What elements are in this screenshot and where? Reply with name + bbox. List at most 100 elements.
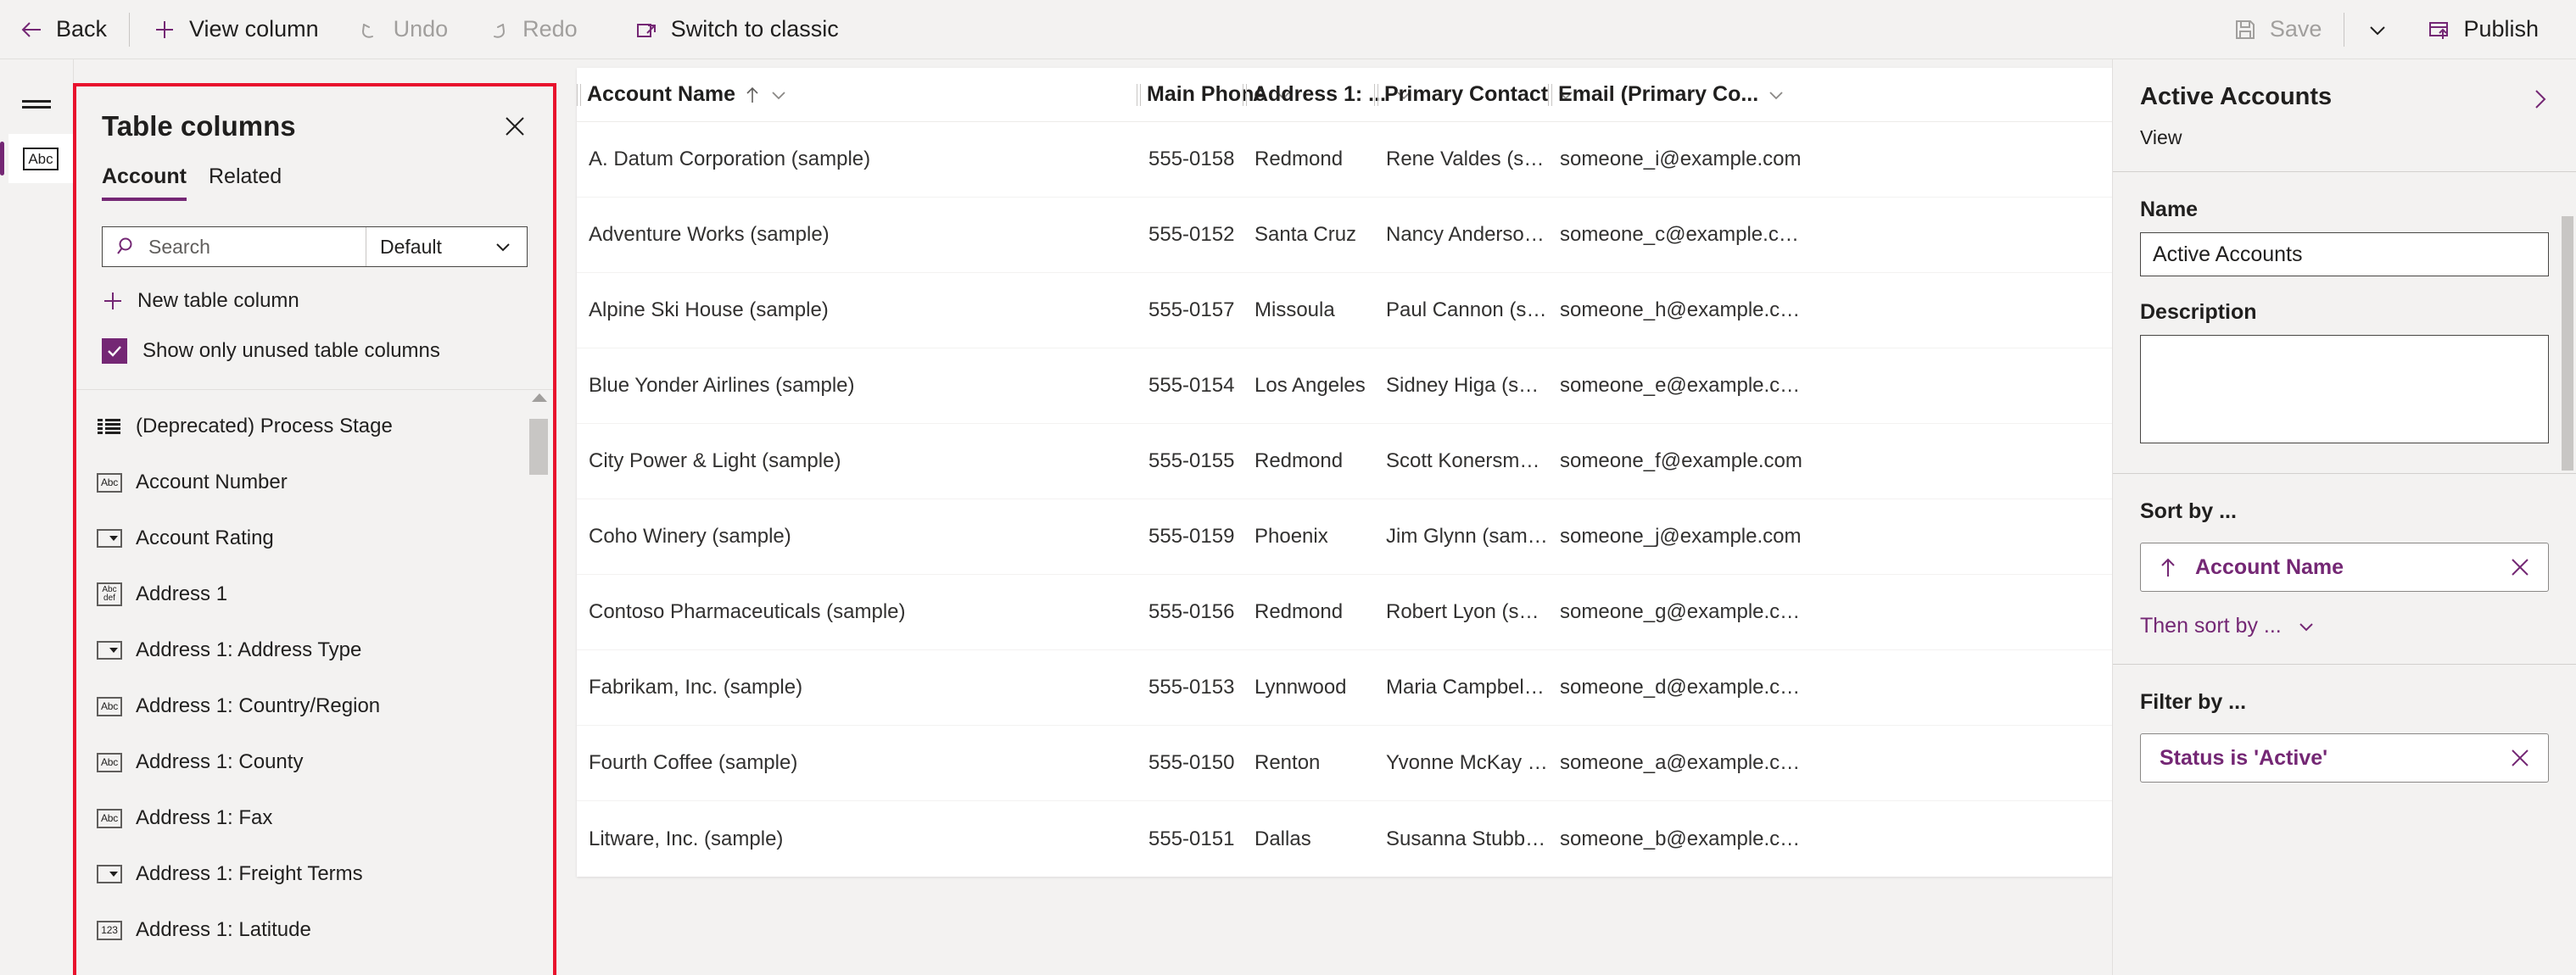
tab-related[interactable]: Related [209, 164, 282, 201]
list-item[interactable]: Abc Account Number [76, 454, 553, 510]
command-bar-left-group: Back View column Undo Redo Switch to cla… [0, 0, 858, 58]
choice-type-icon [97, 527, 122, 549]
save-button[interactable]: Save [2214, 0, 2341, 58]
chevron-down-icon[interactable] [1767, 86, 1785, 104]
abc-icon: Abc [23, 147, 59, 170]
text-type-icon: Abc [97, 751, 122, 773]
table-cell: Jim Glynn (sample) [1386, 525, 1548, 548]
column-header-email[interactable]: Email (Primary Co... [1548, 82, 1802, 107]
column-list-scrollbar[interactable] [529, 390, 548, 975]
chevron-right-icon[interactable] [2525, 85, 2554, 114]
table-cell: 555-0158 [1148, 148, 1235, 170]
undo-label: Undo [393, 16, 449, 42]
panel-title: Table columns [102, 110, 296, 142]
undo-button[interactable]: Undo [338, 0, 467, 58]
column-filter-select[interactable]: Default [366, 227, 527, 266]
search-input-wrapper[interactable] [103, 227, 366, 266]
view-grid-area: Account Name Main Phone Address 1: ... P… [577, 68, 2112, 924]
switch-to-classic-label: Switch to classic [670, 16, 839, 42]
filter-chip-label: Status is 'Active' [2160, 745, 2328, 770]
close-icon[interactable] [499, 110, 531, 142]
view-column-label: View column [189, 16, 319, 42]
list-item[interactable]: Address 1: Freight Terms [76, 846, 553, 902]
table-cell: Phoenix [1254, 525, 1328, 548]
show-unused-checkbox[interactable]: Show only unused table columns [102, 338, 528, 364]
column-list: (Deprecated) Process Stage Abc Account N… [76, 390, 553, 958]
tab-account[interactable]: Account [102, 164, 187, 201]
view-grid: Account Name Main Phone Address 1: ... P… [577, 68, 2112, 877]
table-row[interactable]: Fabrikam, Inc. (sample) 555-0153 Lynnwood M… [577, 650, 2112, 726]
properties-scrollbar[interactable] [2562, 216, 2573, 471]
save-icon [2232, 17, 2258, 42]
list-item[interactable]: Abc Address 1: Fax [76, 790, 553, 846]
properties-subtitle: View [2140, 126, 2182, 148]
scrollbar-thumb[interactable] [529, 419, 548, 475]
table-row[interactable]: City Power & Light (sample) 555-0155 Redmo… [577, 424, 2112, 499]
table-cell: 555-0153 [1148, 676, 1235, 699]
view-column-button[interactable]: View column [133, 0, 338, 58]
table-cell: Missoula [1254, 298, 1335, 321]
list-item[interactable]: (Deprecated) Process Stage [76, 398, 553, 454]
undo-icon [356, 17, 382, 42]
close-icon[interactable] [2507, 745, 2533, 771]
new-table-column-button[interactable]: New table column [102, 289, 528, 313]
table-cell: someone_b@example.com [1560, 827, 1802, 850]
back-button[interactable]: Back [0, 0, 126, 58]
list-item-label: Address 1: Freight Terms [136, 862, 363, 885]
redo-button[interactable]: Redo [467, 0, 596, 58]
table-cell: Redmond [1254, 449, 1344, 472]
table-row[interactable]: Litware, Inc. (sample) 555-0151 Dallas Susa… [577, 801, 2112, 877]
table-row[interactable]: Fourth Coffee (sample) 555-0150 Renton Yvon… [577, 726, 2112, 801]
list-item[interactable]: Address 1: Address Type [76, 622, 553, 678]
list-item[interactable]: Abc Address 1: Country/Region [76, 678, 553, 734]
name-field[interactable] [2140, 232, 2549, 276]
then-sort-by-button[interactable]: Then sort by ... [2140, 614, 2549, 638]
table-row[interactable]: Contoso Pharmaceuticals (sample) 555-0156… [577, 575, 2112, 650]
grid-body: A. Datum Corporation (sample) 555-0158 Red… [577, 122, 2112, 877]
number-type-icon: 123 [97, 919, 122, 941]
scroll-up-icon[interactable] [532, 393, 547, 402]
switch-to-classic-button[interactable]: Switch to classic [615, 0, 858, 58]
table-cell: Blue Yonder Airlines (sample) [589, 374, 855, 397]
left-rail: Abc [0, 59, 74, 975]
table-row[interactable]: Alpine Ski House (sample) 555-0157 Missoul… [577, 273, 2112, 348]
multiline-text-type-icon: Abc def [97, 582, 122, 606]
column-header-primary-contact[interactable]: Primary Contact [1374, 82, 1573, 107]
table-row[interactable]: A. Datum Corporation (sample) 555-0158 Red… [577, 122, 2112, 198]
table-cell: Fourth Coffee (sample) [589, 751, 798, 774]
sort-chip-account-name[interactable]: Account Name [2140, 543, 2549, 592]
close-icon[interactable] [2507, 554, 2533, 580]
table-columns-panel: Table columns Account Related Default [73, 83, 556, 975]
search-input[interactable] [148, 235, 352, 259]
table-cell: Santa Cruz [1254, 223, 1357, 246]
back-label: Back [56, 16, 108, 42]
hamburger-icon[interactable] [0, 83, 73, 125]
text-type-icon: Abc [97, 471, 122, 493]
list-item[interactable]: 123 Address 1: Latitude [76, 902, 553, 958]
table-cell: someone_c@example.com [1560, 223, 1802, 246]
chevron-down-icon[interactable] [769, 86, 788, 104]
table-row[interactable]: Blue Yonder Airlines (sample) 555-0154 Los… [577, 348, 2112, 424]
description-field[interactable] [2140, 335, 2549, 443]
table-cell: 555-0159 [1148, 525, 1235, 548]
save-options-chevron[interactable] [2348, 0, 2407, 58]
publish-button[interactable]: Publish [2407, 0, 2557, 58]
plus-icon [152, 17, 177, 42]
filter-chip-status-active[interactable]: Status is 'Active' [2140, 733, 2549, 783]
table-row[interactable]: Coho Winery (sample) 555-0159 Phoenix Jim G… [577, 499, 2112, 575]
redo-label: Redo [522, 16, 578, 42]
column-header-account-name[interactable]: Account Name [577, 82, 1137, 107]
column-header-address1[interactable]: Address 1: ... [1243, 82, 1411, 107]
list-item-label: Address 1: County [136, 750, 304, 773]
chevron-down-icon [493, 237, 513, 257]
arrow-left-icon [19, 17, 44, 42]
table-row[interactable]: Adventure Works (sample) 555-0152 Santa Cr… [577, 198, 2112, 273]
column-header-main-phone[interactable]: Main Phone [1137, 82, 1290, 107]
column-header-label: Account Name [587, 82, 736, 106]
list-item[interactable]: Abc def Address 1 [76, 566, 553, 622]
list-item[interactable]: Abc Address 1: County [76, 734, 553, 790]
table-cell: Paul Cannon (sample) [1386, 298, 1548, 321]
list-item[interactable]: Account Rating [76, 510, 553, 566]
table-cell: someone_h@example.com [1560, 298, 1802, 321]
sidebar-item-columns[interactable]: Abc [0, 134, 73, 183]
